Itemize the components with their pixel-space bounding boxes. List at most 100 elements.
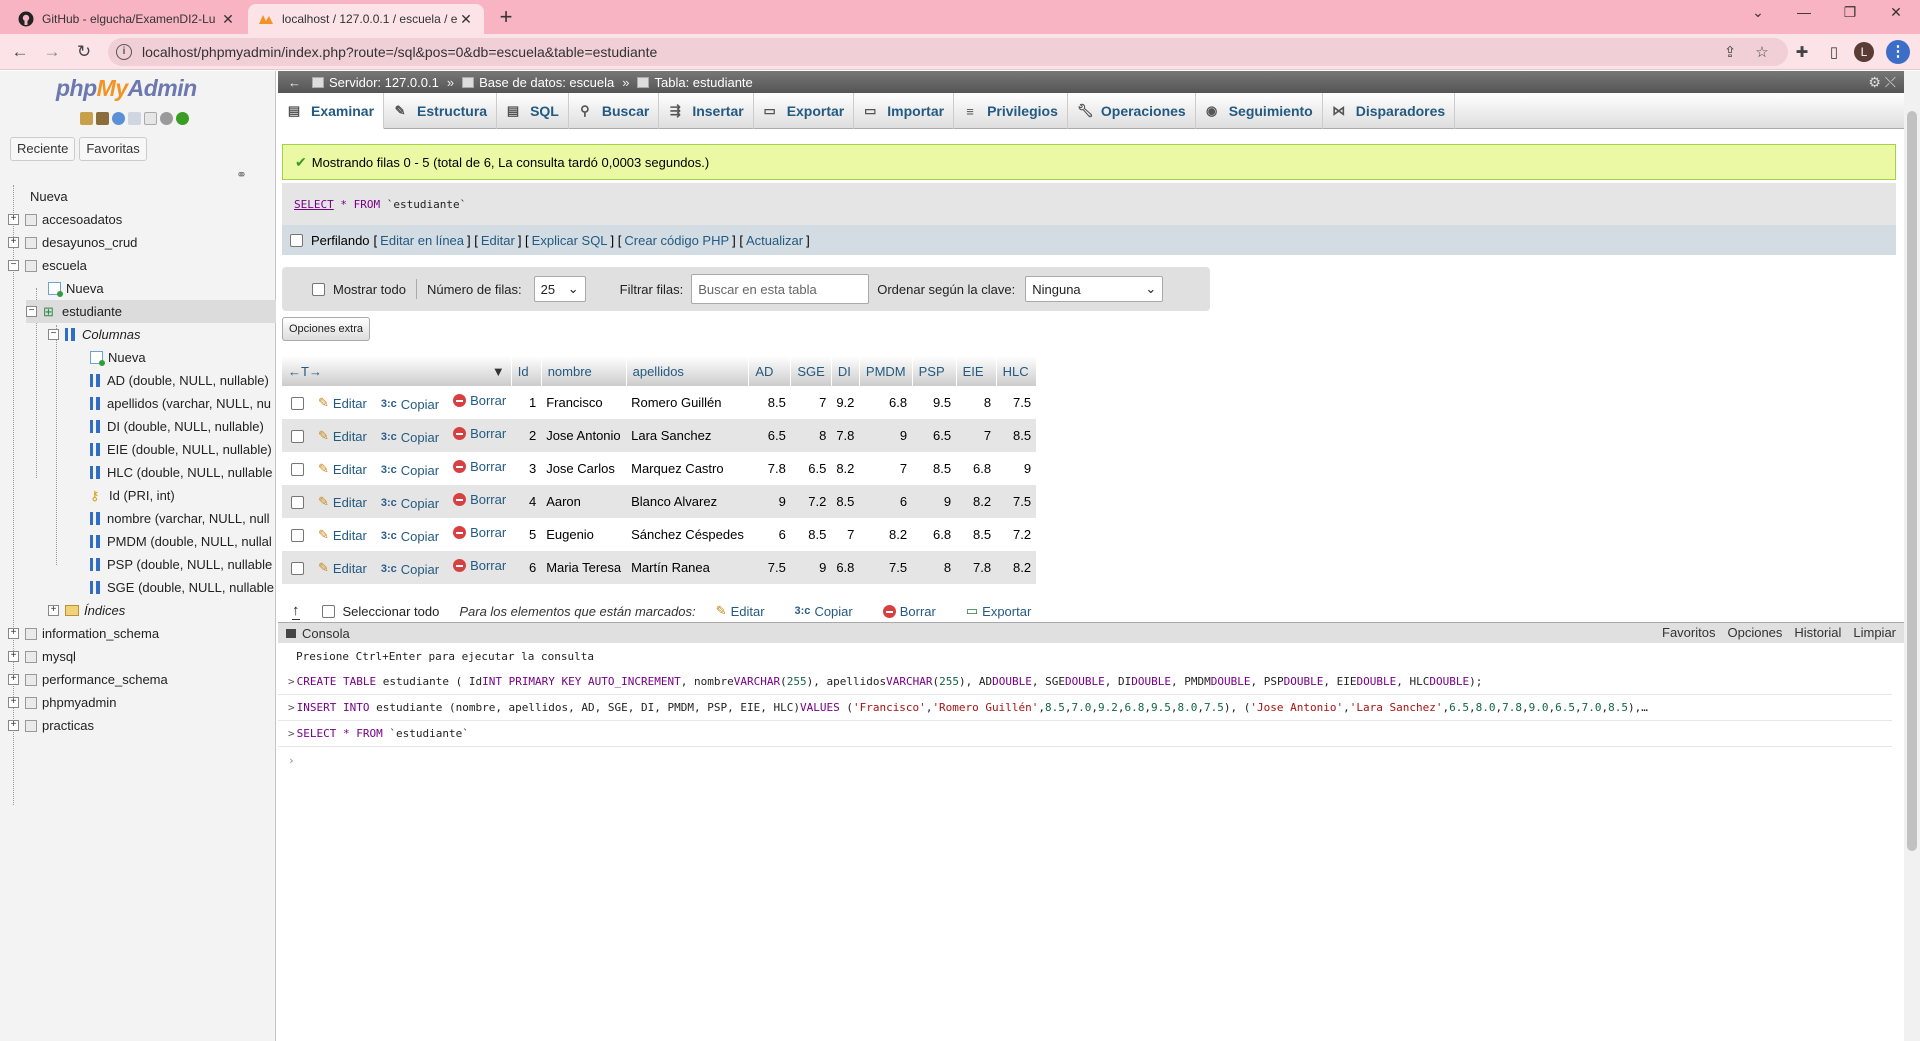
- column-header-ad[interactable]: AD: [748, 356, 792, 386]
- cell-psp[interactable]: 8: [912, 551, 957, 584]
- close-window-icon[interactable]: ✕: [1882, 4, 1910, 21]
- cell-nombre[interactable]: Francisco: [541, 386, 627, 419]
- cell-eie[interactable]: 7: [956, 419, 997, 452]
- cell-eie[interactable]: 6.8: [956, 452, 997, 485]
- cell-ad[interactable]: 8.5: [748, 386, 791, 419]
- logout-icon[interactable]: [96, 112, 109, 125]
- cell-hlc[interactable]: 7.5: [996, 386, 1037, 419]
- back-icon[interactable]: ←: [8, 40, 32, 64]
- cell-ad[interactable]: 7.8: [748, 452, 791, 485]
- cell-sge[interactable]: 7: [790, 386, 832, 419]
- console-query-insert[interactable]: > INSERT INTO estudiante (nombre, apellid…: [278, 695, 1892, 721]
- edit-inline-link[interactable]: Editar en línea: [380, 233, 464, 248]
- cell-hlc[interactable]: 7.5: [996, 485, 1037, 518]
- extra-options-button[interactable]: Opciones extra: [282, 317, 370, 341]
- tree-item-columns[interactable]: − Columnas: [48, 323, 141, 346]
- forward-icon[interactable]: →: [40, 40, 64, 64]
- tree-item-column[interactable]: PSP (double, NULL, nullable: [90, 553, 272, 576]
- cell-id[interactable]: 5: [511, 518, 542, 551]
- cell-pmdm[interactable]: 6.8: [859, 386, 913, 419]
- console-query-create[interactable]: > CREATE TABLE estudiante ( Id INT PRIMAR…: [278, 669, 1892, 695]
- tab-close-icon[interactable]: ✕: [220, 11, 236, 28]
- row-edit-button[interactable]: ✎ Editar: [318, 395, 367, 411]
- cell-ad[interactable]: 7.5: [748, 551, 791, 584]
- tab-operations[interactable]: 🔧︎ Operaciones: [1068, 93, 1196, 129]
- console-input[interactable]: ›: [278, 747, 1892, 773]
- cell-di[interactable]: 7: [831, 518, 860, 551]
- tree-item-indexes[interactable]: + Índices: [48, 599, 125, 622]
- bulk-copy-button[interactable]: 3:c Copiar: [795, 604, 853, 619]
- table-row[interactable]: ✎ Editar 3:c Copiar Borrar 2 Jose Antonio Lara …: [282, 419, 1037, 452]
- cell-eie[interactable]: 8.2: [956, 485, 997, 518]
- tree-item-escuela[interactable]: − escuela: [8, 254, 87, 277]
- tree-item-column[interactable]: nombre (varchar, NULL, null: [90, 507, 270, 530]
- row-delete-button[interactable]: Borrar: [453, 525, 506, 540]
- new-tab-icon[interactable]: +: [494, 6, 518, 28]
- home-icon[interactable]: [80, 112, 93, 125]
- bulk-export-button[interactable]: ▭ Exportar: [966, 603, 1031, 619]
- cell-psp[interactable]: 9.5: [912, 386, 957, 419]
- tab-triggers[interactable]: ⋈ Disparadores: [1323, 93, 1456, 129]
- sql-keyword[interactable]: SELECT: [294, 198, 334, 211]
- browser-menu-icon[interactable]: ⋮: [1886, 40, 1910, 64]
- breadcrumb-table[interactable]: Tabla: estudiante: [637, 75, 753, 90]
- expand-icon[interactable]: +: [8, 674, 19, 685]
- cell-hlc[interactable]: 9: [996, 452, 1037, 485]
- row-copy-button[interactable]: 3:c Copiar: [381, 397, 439, 412]
- side-panel-icon[interactable]: ▯: [1824, 43, 1844, 61]
- cell-hlc[interactable]: 7.2: [996, 518, 1037, 551]
- cell-pmdm[interactable]: 8.2: [859, 518, 913, 551]
- cell-sge[interactable]: 6.5: [790, 452, 832, 485]
- cell-ad[interactable]: 9: [748, 485, 791, 518]
- cell-di[interactable]: 8.5: [831, 485, 860, 518]
- row-checkbox[interactable]: [291, 430, 304, 444]
- tree-item-practicas[interactable]: + practicas: [8, 714, 94, 737]
- row-checkbox[interactable]: [291, 496, 304, 510]
- cell-id[interactable]: 4: [511, 485, 542, 518]
- profile-avatar[interactable]: L: [1854, 42, 1874, 62]
- cell-nombre[interactable]: Maria Teresa: [541, 551, 627, 584]
- explain-sql-link[interactable]: Explicar SQL: [532, 233, 608, 248]
- collapse-icon[interactable]: −: [48, 329, 59, 340]
- tree-item-phpmyadmin[interactable]: + phpmyadmin: [8, 691, 116, 714]
- site-info-icon[interactable]: i: [116, 44, 132, 60]
- sort-dropdown-icon[interactable]: ▼: [492, 364, 505, 379]
- tab-search-icon[interactable]: ⌄: [1744, 4, 1772, 21]
- expand-icon[interactable]: +: [8, 697, 19, 708]
- row-copy-button[interactable]: 3:c Copiar: [381, 529, 439, 544]
- bulk-delete-button[interactable]: Borrar: [882, 604, 936, 619]
- select-all-checkbox[interactable]: [321, 604, 335, 618]
- extensions-icon[interactable]: ✚: [1792, 43, 1812, 61]
- cell-di[interactable]: 6.8: [831, 551, 860, 584]
- browser-tab-phpmyadmin[interactable]: localhost / 127.0.0.1 / escuela / e ✕: [248, 4, 484, 34]
- console-options-link[interactable]: Opciones: [1727, 625, 1782, 640]
- cell-apellidos[interactable]: Lara Sanchez: [626, 419, 749, 452]
- page-icon[interactable]: [144, 112, 157, 125]
- cell-apellidos[interactable]: Blanco Alvarez: [626, 485, 749, 518]
- breadcrumb-database[interactable]: Base de datos: escuela: [462, 75, 614, 90]
- tab-structure[interactable]: ✎ Estructura: [384, 93, 498, 129]
- table-row[interactable]: ✎ Editar 3:c Copiar Borrar 3 Jose Carlos Marque…: [282, 452, 1037, 485]
- table-row[interactable]: ✎ Editar 3:c Copiar Borrar 5 Eugenio Sánchez Cé…: [282, 518, 1037, 551]
- tab-sql[interactable]: ▤ SQL: [497, 93, 569, 129]
- row-checkbox[interactable]: [291, 397, 304, 411]
- tree-item-column[interactable]: DI (double, NULL, nullable): [90, 415, 264, 438]
- tree-item-column[interactable]: AD (double, NULL, nullable): [90, 369, 269, 392]
- row-delete-button[interactable]: Borrar: [453, 558, 506, 573]
- cell-apellidos[interactable]: Sánchez Céspedes: [626, 518, 749, 551]
- restore-icon[interactable]: ❐: [1836, 4, 1864, 21]
- collapse-icon[interactable]: −: [8, 260, 19, 271]
- tree-item-column[interactable]: HLC (double, NULL, nullable: [90, 461, 272, 484]
- docs-icon[interactable]: [128, 112, 141, 125]
- minimize-icon[interactable]: —: [1790, 4, 1818, 20]
- cell-pmdm[interactable]: 6: [859, 485, 913, 518]
- tree-item-column[interactable]: SGE (double, NULL, nullable: [90, 576, 274, 599]
- cell-id[interactable]: 3: [511, 452, 542, 485]
- select-all-label[interactable]: Seleccionar todo: [343, 604, 440, 619]
- cell-id[interactable]: 2: [511, 419, 542, 452]
- tree-item-mysql[interactable]: + mysql: [8, 645, 76, 668]
- page-settings-icon[interactable]: ⚙ ⤬: [1868, 74, 1896, 91]
- cell-pmdm[interactable]: 7: [859, 452, 913, 485]
- row-copy-button[interactable]: 3:c Copiar: [381, 463, 439, 478]
- cell-psp[interactable]: 8.5: [912, 452, 957, 485]
